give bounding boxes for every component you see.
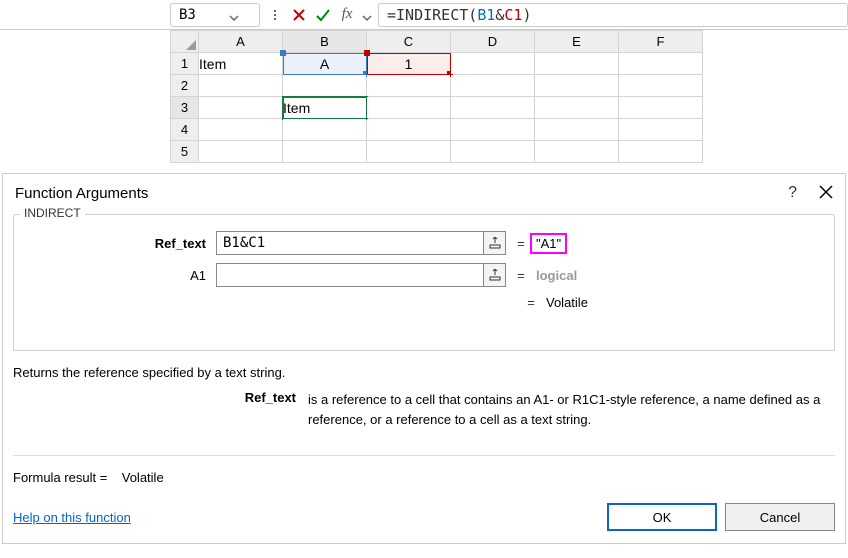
cell-B1[interactable]: A (283, 53, 367, 75)
formula-result: Formula result = Volatile (13, 470, 845, 485)
cell-B2[interactable] (283, 75, 367, 97)
cell-C3[interactable] (367, 97, 451, 119)
cell-C1[interactable]: 1 (367, 53, 451, 75)
arg-desc-label: Ref_text (13, 390, 308, 429)
arg1-label: Ref_text (26, 236, 216, 251)
cell-F5[interactable] (619, 141, 703, 163)
dialog-titlebar: Function Arguments ? (3, 174, 845, 208)
arg2-input-wrap (216, 263, 506, 287)
row-header-1[interactable]: 1 (171, 53, 199, 75)
cell-F3[interactable] (619, 97, 703, 119)
arg1-result: "A1" (532, 235, 565, 252)
formula-bar: fx = INDIRECT ( B1 & C1 ) (0, 0, 848, 30)
col-header-A[interactable]: A (199, 31, 283, 53)
cell-E1[interactable] (535, 53, 619, 75)
help-link[interactable]: Help on this function (13, 510, 599, 525)
select-all-corner[interactable] (171, 31, 199, 53)
name-box[interactable] (179, 7, 229, 23)
arg-desc-text: is a reference to a cell that contains a… (308, 390, 835, 429)
equals-sign: = (506, 268, 536, 283)
cell-E3[interactable] (535, 97, 619, 119)
volatile-row: = Volatile (26, 295, 822, 310)
cell-E2[interactable] (535, 75, 619, 97)
formula-input[interactable]: = INDIRECT ( B1 & C1 ) (378, 3, 848, 27)
dialog-title: Function Arguments (15, 185, 788, 202)
arg-row-a1: A1 = logical (26, 263, 822, 287)
vertical-dots-icon[interactable] (266, 6, 284, 24)
cell-D3[interactable] (451, 97, 535, 119)
col-header-C[interactable]: C (367, 31, 451, 53)
cell-A5[interactable] (199, 141, 283, 163)
col-header-E[interactable]: E (535, 31, 619, 53)
arg-row-ref-text: Ref_text = "A1" (26, 231, 822, 255)
chevron-down-icon[interactable] (362, 10, 372, 20)
formula-fn: INDIRECT (396, 6, 468, 24)
formula-arg-b1: B1 (477, 6, 495, 24)
function-arguments-dialog: Function Arguments ? INDIRECT Ref_text =… (2, 173, 846, 544)
indirect-fieldset: INDIRECT Ref_text = "A1" A1 = logic (13, 214, 835, 351)
arg2-result: logical (536, 268, 577, 283)
col-header-F[interactable]: F (619, 31, 703, 53)
arg2-input[interactable] (217, 264, 483, 286)
arg-description: Ref_text is a reference to a cell that c… (13, 390, 835, 429)
fieldset-legend: INDIRECT (20, 206, 85, 220)
dialog-bottom-row: Help on this function OK Cancel (13, 503, 835, 531)
function-description: Returns the reference specified by a tex… (13, 365, 845, 380)
cell-F1[interactable] (619, 53, 703, 75)
cell-A4[interactable] (199, 119, 283, 141)
row-header-4[interactable]: 4 (171, 119, 199, 141)
arg1-input-wrap (216, 231, 506, 255)
cell-B3[interactable]: Item (283, 97, 367, 119)
row-header-5[interactable]: 5 (171, 141, 199, 163)
cell-E4[interactable] (535, 119, 619, 141)
spreadsheet: A B C D E F 1 Item A 1 2 3 I (0, 30, 848, 163)
collapse-dialog-icon[interactable] (483, 264, 505, 286)
cancel-x-icon[interactable] (290, 6, 308, 24)
ok-button[interactable]: OK (607, 503, 717, 531)
fx-icon[interactable]: fx (338, 6, 356, 24)
cell-D4[interactable] (451, 119, 535, 141)
cell-E5[interactable] (535, 141, 619, 163)
cell-F2[interactable] (619, 75, 703, 97)
help-icon[interactable]: ? (788, 184, 797, 202)
cell-C2[interactable] (367, 75, 451, 97)
cell-D1[interactable] (451, 53, 535, 75)
cell-D5[interactable] (451, 141, 535, 163)
close-icon[interactable] (819, 185, 833, 202)
cell-A2[interactable] (199, 75, 283, 97)
cell-B5[interactable] (283, 141, 367, 163)
divider (13, 455, 835, 456)
chevron-down-icon[interactable] (229, 10, 239, 20)
arg2-label: A1 (26, 268, 216, 283)
cell-F4[interactable] (619, 119, 703, 141)
cancel-button[interactable]: Cancel (725, 503, 835, 531)
col-header-D[interactable]: D (451, 31, 535, 53)
accept-check-icon[interactable] (314, 6, 332, 24)
volatile-result: Volatile (546, 295, 588, 310)
name-box-wrap[interactable] (170, 3, 260, 27)
col-header-B[interactable]: B (283, 31, 367, 53)
row-header-3[interactable]: 3 (171, 97, 199, 119)
cell-C5[interactable] (367, 141, 451, 163)
cell-A3[interactable] (199, 97, 283, 119)
cell-A1[interactable]: Item (199, 53, 283, 75)
equals-sign: = (516, 295, 546, 310)
row-header-2[interactable]: 2 (171, 75, 199, 97)
formula-arg-c1: C1 (504, 6, 522, 24)
cell-D2[interactable] (451, 75, 535, 97)
formula-eq: = (387, 6, 396, 24)
cell-C4[interactable] (367, 119, 451, 141)
collapse-dialog-icon[interactable] (483, 232, 505, 254)
arg1-input[interactable] (217, 232, 483, 254)
cell-B4[interactable] (283, 119, 367, 141)
